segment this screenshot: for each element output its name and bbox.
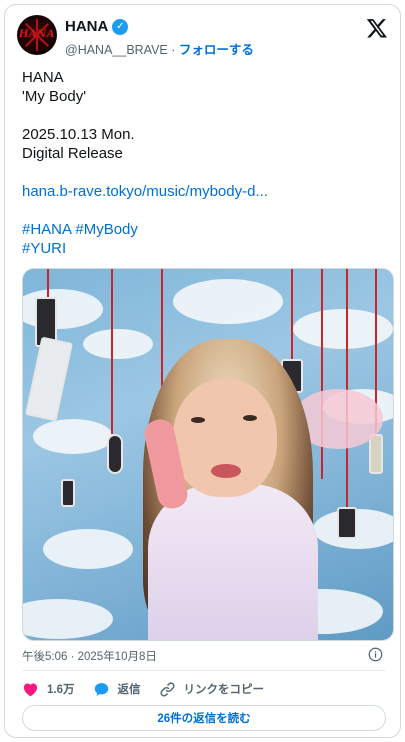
heart-icon <box>23 683 38 696</box>
phone-cord <box>291 269 293 364</box>
tweet-line: 'My Body' <box>22 88 87 105</box>
like-count: 1.6万 <box>47 684 75 696</box>
reply-button[interactable]: 返信 <box>93 681 141 698</box>
tweet-timestamp[interactable]: 午後5:06 · 2025年10月8日 <box>22 648 157 664</box>
person-face <box>173 379 277 497</box>
tweet-hashtags[interactable]: #HANA #MyBody <box>22 220 386 239</box>
tweet-line: Digital Release <box>22 145 123 162</box>
tweet-link[interactable]: hana.b-rave.tokyo/music/mybody-d... <box>22 182 386 201</box>
person-lips <box>211 464 241 478</box>
handle-separator: · <box>171 43 176 57</box>
phone-cord <box>161 269 163 389</box>
info-icon[interactable] <box>368 647 383 662</box>
author-name[interactable]: HANA <box>65 18 108 35</box>
tweet-header: HANA HANA ✓ @HANA__BRAVE · フォローする <box>17 15 388 59</box>
tweet-line: 2025.10.13 Mon. <box>22 126 135 143</box>
cloud-shape <box>173 279 283 324</box>
cloud-shape <box>43 529 133 569</box>
reply-label: 返信 <box>117 684 141 696</box>
phone-cord <box>111 269 113 434</box>
cloud-shape <box>293 309 393 349</box>
follow-button[interactable]: フォローする <box>179 43 254 57</box>
tweet-media-image[interactable] <box>22 268 394 641</box>
person-eye <box>191 417 205 423</box>
like-button[interactable]: 1.6万 <box>22 681 75 698</box>
reply-icon <box>94 682 108 696</box>
hanging-phone <box>369 434 383 474</box>
tweet-line: HANA <box>22 69 64 86</box>
person-eye <box>243 415 257 421</box>
tweet-card: HANA HANA ✓ @HANA__BRAVE · フォローする HANA '… <box>4 4 401 738</box>
hanging-phone <box>61 479 75 507</box>
cloud-shape <box>83 329 153 359</box>
author-name-row: HANA ✓ <box>65 18 129 35</box>
hanging-phone <box>25 336 73 422</box>
copy-link-button[interactable]: リンクをコピー <box>159 681 265 698</box>
hanging-receiver <box>107 434 123 474</box>
cloud-shape <box>23 599 113 639</box>
divider <box>22 670 386 671</box>
avatar[interactable]: HANA <box>17 15 57 55</box>
author-handle[interactable]: @HANA__BRAVE <box>65 43 168 57</box>
cloud-shape <box>33 419 113 454</box>
hanging-phone <box>337 507 357 539</box>
phone-cord <box>321 269 323 479</box>
x-logo-icon[interactable] <box>366 17 388 39</box>
link-icon <box>159 681 175 697</box>
author-handle-row: @HANA__BRAVE · フォローする <box>65 39 254 58</box>
tweet-text: HANA 'My Body' 2025.10.13 Mon. Digital R… <box>22 68 386 258</box>
read-replies-button[interactable]: 26件の返信を読む <box>22 705 386 731</box>
verified-badge-icon: ✓ <box>112 18 129 35</box>
avatar-logo-text: HANA <box>18 29 56 40</box>
copy-link-label: リンクをコピー <box>183 684 265 696</box>
tweet-hashtags[interactable]: #YURI <box>22 239 386 258</box>
tweet-actions: 1.6万 返信 リンクをコピー <box>22 680 282 698</box>
